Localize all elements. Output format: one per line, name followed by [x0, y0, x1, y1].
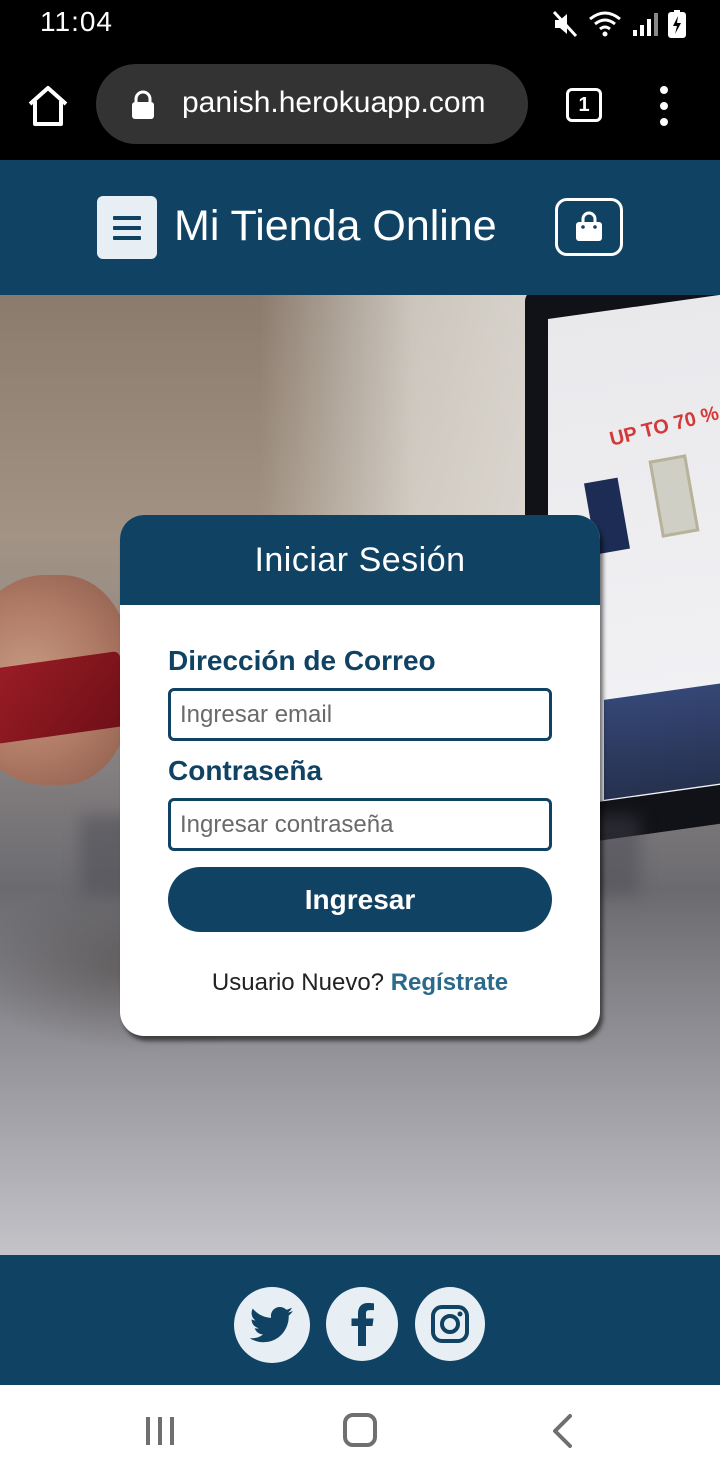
- tab-count: 1: [578, 93, 590, 116]
- status-bar: 11:04: [0, 0, 720, 48]
- instagram-icon: [431, 1305, 469, 1343]
- hamburger-menu-button[interactable]: [97, 196, 157, 259]
- email-input[interactable]: [168, 688, 552, 741]
- footer: [0, 1255, 720, 1385]
- mute-icon: [552, 10, 578, 38]
- status-icons: [552, 8, 686, 40]
- facebook-button[interactable]: [326, 1287, 398, 1361]
- hamburger-menu-icon: [113, 215, 141, 240]
- hero-screen-bottom: [604, 680, 720, 800]
- login-submit-button[interactable]: Ingresar: [168, 867, 552, 932]
- login-title: Iniciar Sesión: [254, 540, 466, 579]
- register-link[interactable]: Regístrate: [391, 969, 508, 996]
- lock-icon: [132, 90, 154, 119]
- app-title[interactable]: Mi Tienda Online: [174, 202, 497, 251]
- twitter-button[interactable]: [234, 1287, 310, 1363]
- recent-apps-icon[interactable]: [144, 1415, 176, 1447]
- new-user-text: Usuario Nuevo?: [211, 969, 385, 996]
- facebook-icon: [351, 1303, 374, 1346]
- home-icon[interactable]: [24, 82, 72, 130]
- address-bar[interactable]: panish.herokuapp.com: [96, 64, 528, 144]
- overflow-menu-icon[interactable]: [652, 84, 676, 128]
- app-header: Mi Tienda Online: [0, 160, 720, 295]
- email-label: Dirección de Correo: [168, 645, 436, 676]
- login-card-header: Iniciar Sesión: [120, 515, 600, 605]
- android-nav-bar: [0, 1385, 720, 1480]
- browser-toolbar: panish.herokuapp.com 1: [0, 48, 720, 160]
- signup-prompt: Usuario Nuevo? Regístrate: [120, 969, 600, 997]
- password-label: Contraseña: [168, 755, 323, 786]
- password-input[interactable]: [168, 798, 552, 851]
- tab-switcher-button[interactable]: 1: [566, 88, 602, 122]
- battery-charging-icon: [668, 10, 686, 38]
- cart-button[interactable]: [555, 198, 623, 256]
- login-card: Iniciar Sesión Dirección de Correo Contr…: [120, 515, 600, 1036]
- instagram-button[interactable]: [415, 1287, 485, 1361]
- wifi-icon: [589, 11, 621, 37]
- shopping-bag-icon: [576, 211, 602, 241]
- twitter-icon: [250, 1307, 293, 1343]
- home-nav-icon[interactable]: [343, 1413, 377, 1447]
- status-time: 11:04: [40, 6, 113, 37]
- back-nav-icon[interactable]: [550, 1413, 574, 1449]
- signal-icon: [633, 13, 658, 36]
- url-text: panish.herokuapp.com: [182, 86, 486, 119]
